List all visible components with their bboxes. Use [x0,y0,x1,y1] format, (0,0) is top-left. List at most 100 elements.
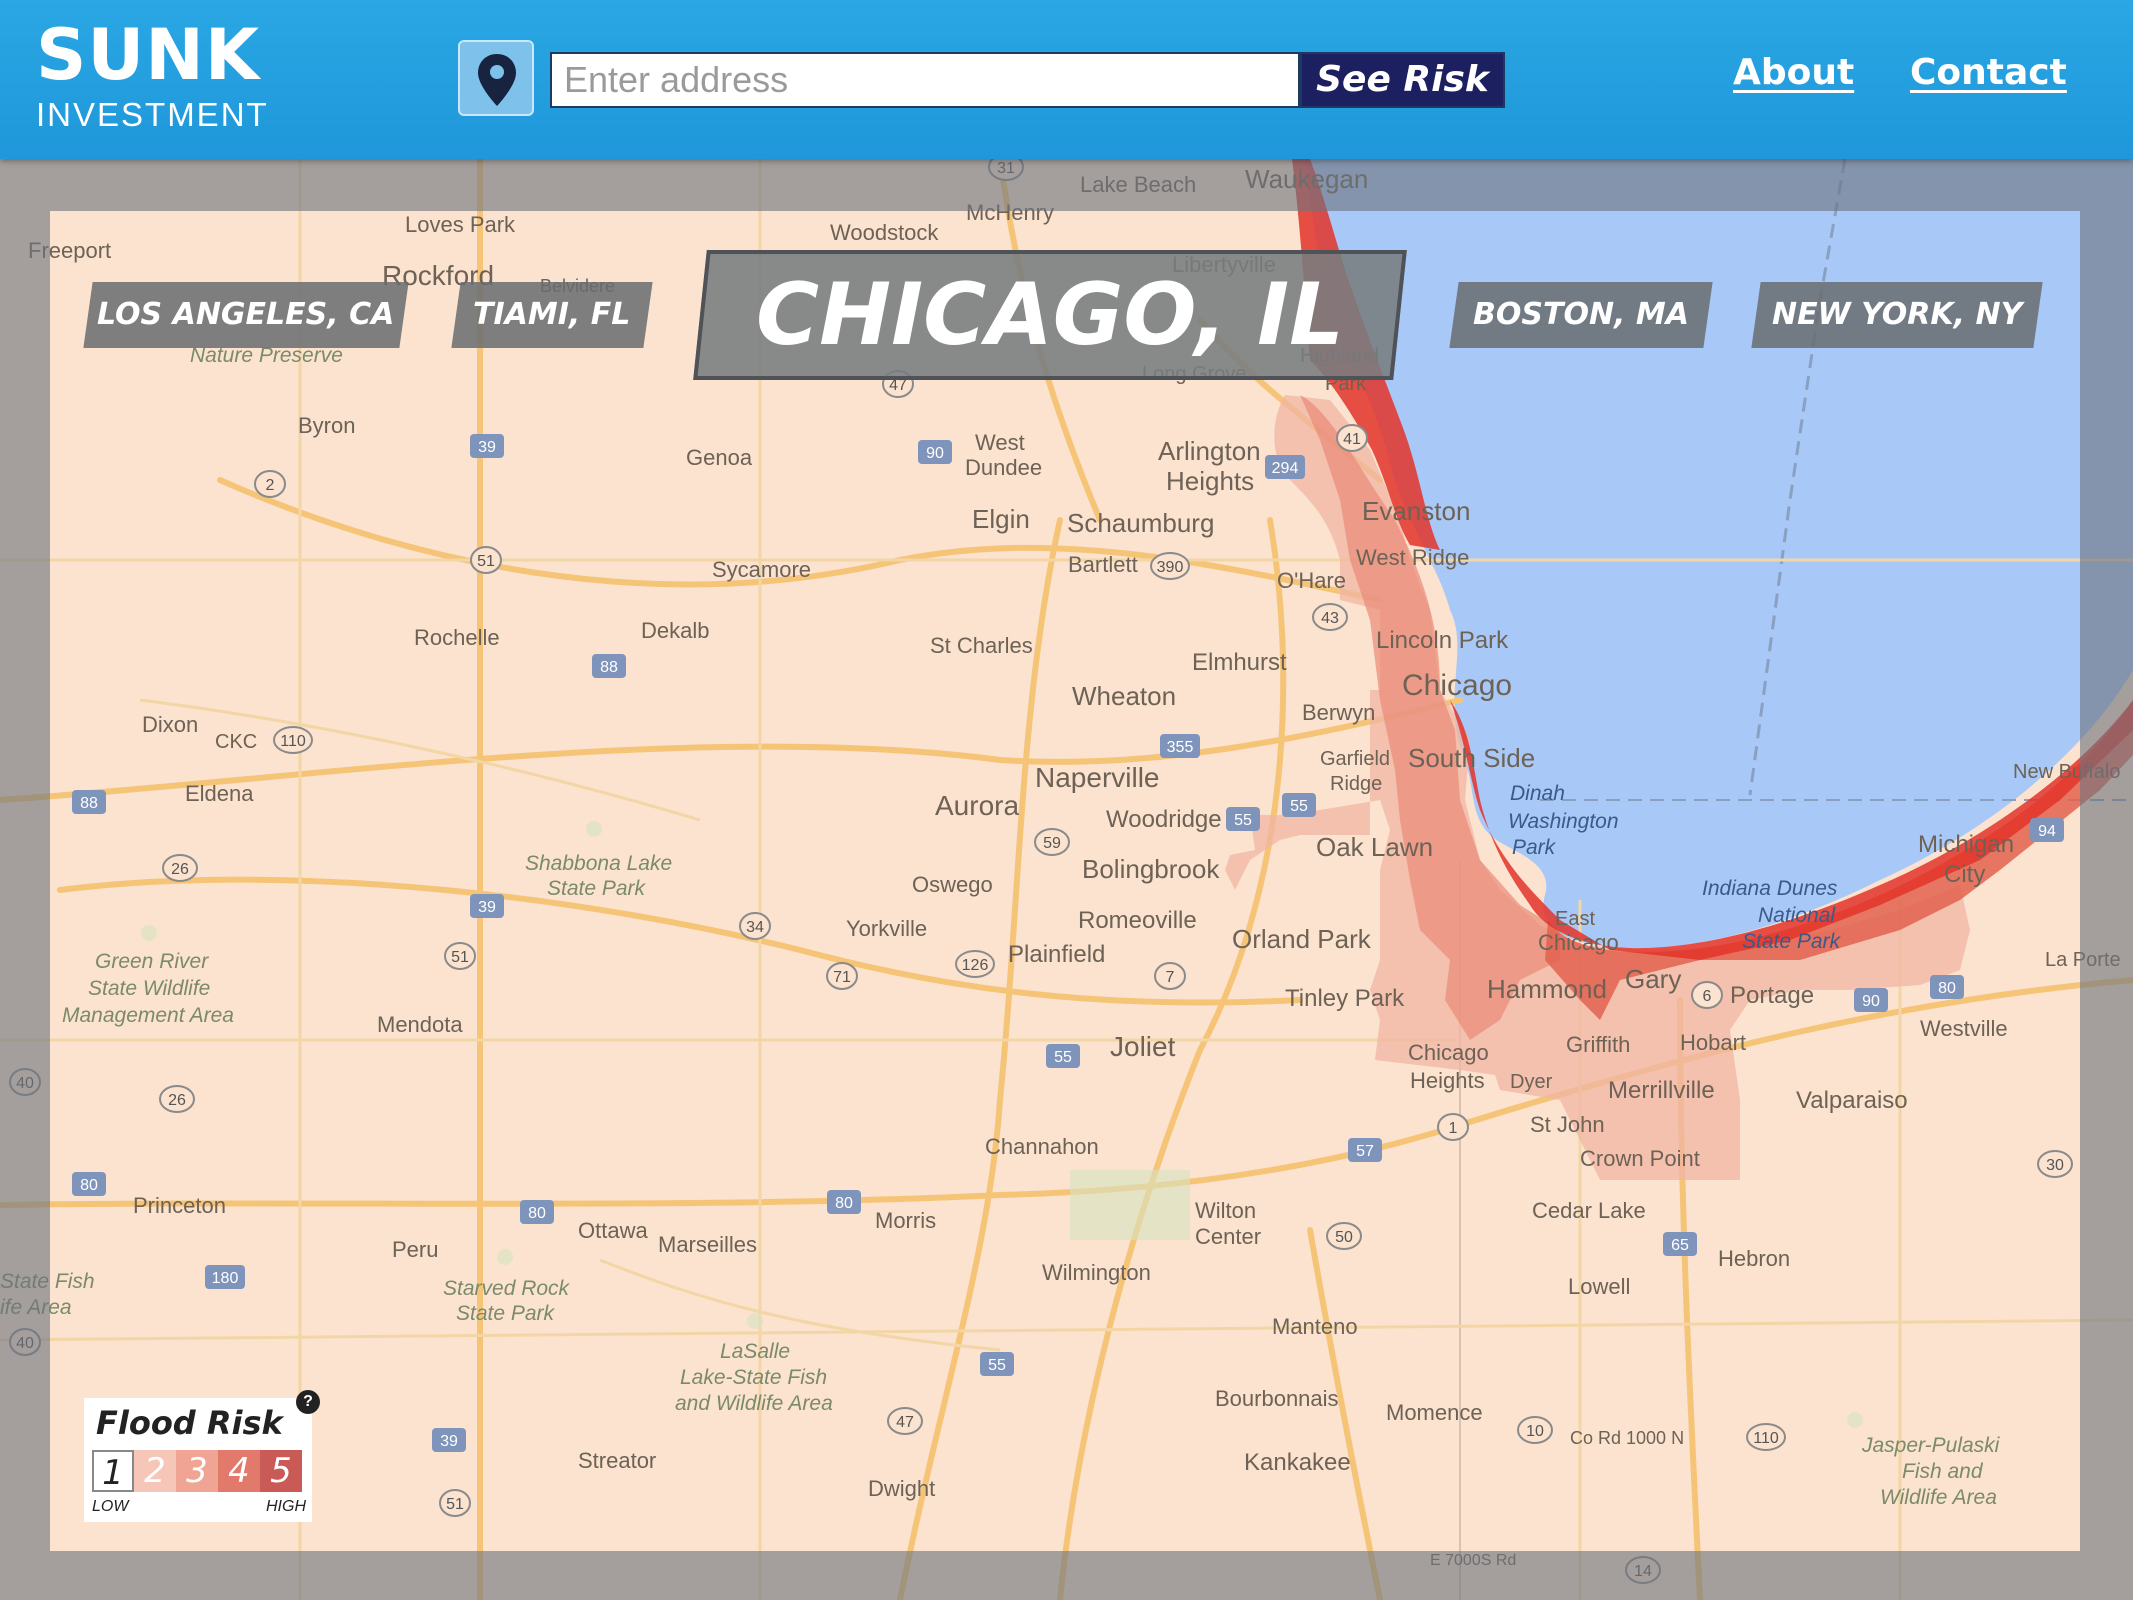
nav-contact-link[interactable]: Contact [1910,52,2067,93]
city-tab-tiami[interactable]: TIAMI, FL [451,282,653,348]
svg-text:Hebron: Hebron [1718,1246,1790,1271]
svg-text:Oak Lawn: Oak Lawn [1316,832,1433,862]
svg-text:Management Area: Management Area [62,1004,234,1027]
legend-title: Flood Risk [96,1404,283,1442]
svg-text:51: 51 [446,1496,464,1513]
svg-text:Hammond: Hammond [1487,974,1607,1004]
svg-text:and Wildlife Area: and Wildlife Area [675,1392,833,1415]
svg-text:Bartlett: Bartlett [1068,552,1138,577]
svg-text:Cedar Lake: Cedar Lake [1532,1198,1646,1223]
flood-risk-legend: Flood Risk ? 1 2 3 4 5 LOW HIGH [84,1390,320,1522]
address-input[interactable] [550,52,1300,108]
header: SUNK INVESTMENT See Risk About Contact [0,0,2133,159]
city-tab-new-york[interactable]: NEW YORK, NY [1751,282,2043,348]
city-tab-label: LOS ANGELES, CA [97,297,395,332]
svg-text:CKC: CKC [215,731,257,753]
svg-text:294: 294 [1272,460,1299,477]
svg-text:Jasper-Pulaski: Jasper-Pulaski [1861,1434,2001,1457]
svg-text:80: 80 [1938,980,1956,997]
svg-text:Lincoln Park: Lincoln Park [1376,627,1509,654]
svg-text:Ridge: Ridge [1330,773,1382,795]
city-tab-boston[interactable]: BOSTON, MA [1449,282,1713,348]
svg-text:Kankakee: Kankakee [1244,1449,1351,1476]
legend-high-label: HIGH [266,1498,306,1515]
svg-text:Berwyn: Berwyn [1302,700,1375,725]
svg-text:Woodstock: Woodstock [830,220,939,245]
svg-text:Lowell: Lowell [1568,1274,1630,1299]
legend-level-4: 4 [218,1450,260,1492]
svg-text:Channahon: Channahon [985,1134,1099,1159]
map-pin-icon [478,54,516,106]
svg-text:94: 94 [2038,823,2056,840]
svg-text:10: 10 [1526,1423,1544,1440]
svg-text:LaSalle: LaSalle [720,1340,790,1363]
svg-text:Woodridge: Woodridge [1106,806,1222,833]
svg-text:Dekalb: Dekalb [641,618,709,643]
svg-text:59: 59 [1043,835,1061,852]
svg-text:Rochelle: Rochelle [414,625,500,650]
svg-text:Michigan: Michigan [1918,831,2014,858]
city-tab-los-angeles[interactable]: LOS ANGELES, CA [83,282,409,348]
svg-text:La Porte: La Porte [2045,949,2121,971]
svg-text:41: 41 [1343,431,1361,448]
svg-text:39: 39 [478,899,496,916]
svg-text:Green River: Green River [95,950,209,973]
svg-text:Merrillville: Merrillville [1608,1077,1715,1104]
svg-text:ife Area: ife Area [0,1296,72,1319]
svg-text:Arlington: Arlington [1158,436,1261,466]
svg-text:Lake-State Fish: Lake-State Fish [680,1366,827,1389]
svg-text:Evanston: Evanston [1362,496,1470,526]
logo-title[interactable]: SUNK [36,20,260,90]
svg-text:Morris: Morris [875,1208,936,1233]
see-risk-button[interactable]: See Risk [1300,52,1505,108]
logo-subtitle[interactable]: INVESTMENT [36,98,269,131]
svg-text:New Buffalo: New Buffalo [2013,761,2120,783]
svg-text:40: 40 [16,1075,34,1092]
svg-text:Shabbona Lake: Shabbona Lake [525,852,672,875]
help-icon[interactable]: ? [296,1390,320,1414]
svg-text:90: 90 [1862,993,1880,1010]
svg-text:39: 39 [478,439,496,456]
svg-text:Naperville: Naperville [1035,762,1160,793]
svg-text:Tinley Park: Tinley Park [1285,985,1405,1012]
svg-text:Eldena: Eldena [185,781,254,806]
location-pin-button[interactable] [458,40,534,116]
svg-text:Genoa: Genoa [686,445,753,470]
svg-text:South Side: South Side [1408,743,1535,773]
svg-text:Bourbonnais: Bourbonnais [1215,1386,1339,1411]
svg-text:71: 71 [833,969,851,986]
svg-text:39: 39 [440,1433,458,1450]
svg-text:55: 55 [1290,798,1308,815]
svg-text:Wilmington: Wilmington [1042,1260,1151,1285]
svg-text:St Charles: St Charles [930,633,1033,658]
svg-text:2: 2 [266,477,275,494]
svg-text:51: 51 [451,949,469,966]
svg-text:East: East [1555,908,1595,930]
svg-text:40: 40 [16,1335,34,1352]
svg-text:Indiana Dunes: Indiana Dunes [1702,877,1838,900]
svg-text:50: 50 [1335,1229,1353,1246]
city-tab-label: NEW YORK, NY [1771,297,2023,332]
svg-text:State Park: State Park [1742,930,1842,953]
svg-text:Wildlife Area: Wildlife Area [1880,1486,1997,1509]
current-city-title: CHICAGO, IL [693,250,1407,380]
svg-text:Chicago: Chicago [1408,1040,1489,1065]
svg-text:McHenry: McHenry [966,200,1054,225]
svg-text:Dundee: Dundee [965,455,1042,480]
svg-text:West: West [975,430,1025,455]
svg-text:6: 6 [1703,988,1712,1005]
svg-text:Valparaiso: Valparaiso [1796,1087,1908,1114]
svg-text:55: 55 [988,1357,1006,1374]
legend-level-5: 5 [260,1450,302,1492]
svg-text:City: City [1944,861,1985,888]
legend-level-3: 3 [176,1450,218,1492]
legend-level-1: 1 [92,1450,134,1493]
svg-text:Crown Point: Crown Point [1580,1146,1700,1171]
svg-text:390: 390 [1157,559,1184,576]
nav-about-link[interactable]: About [1733,52,1854,93]
svg-text:Byron: Byron [298,413,355,438]
svg-text:90: 90 [926,445,944,462]
svg-text:Schaumburg: Schaumburg [1067,508,1214,538]
svg-text:88: 88 [600,659,618,676]
svg-text:26: 26 [168,1092,186,1109]
